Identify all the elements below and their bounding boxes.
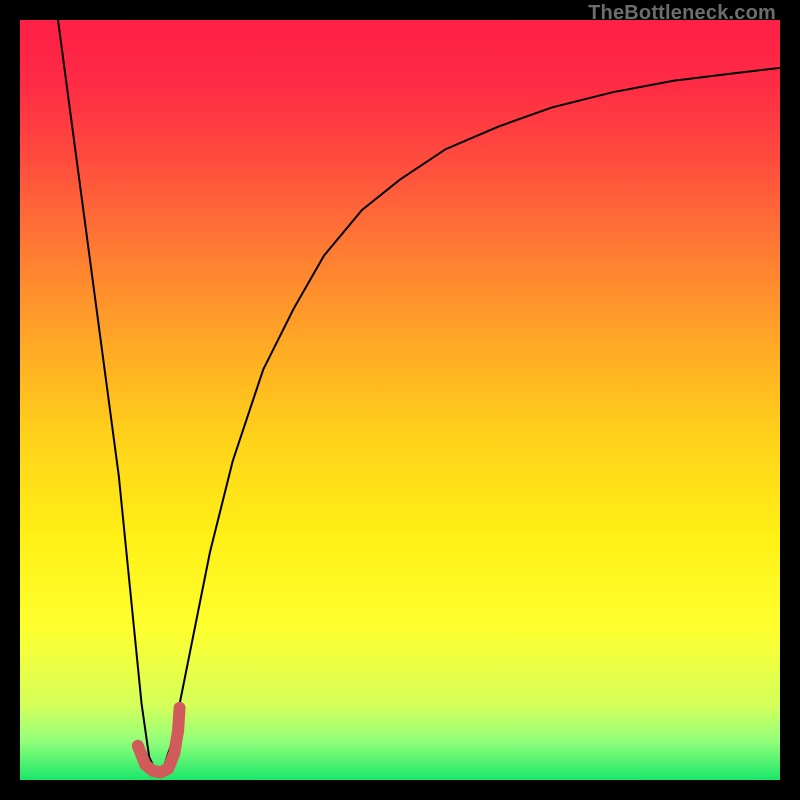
chart-svg bbox=[20, 20, 780, 780]
chart-background bbox=[20, 20, 780, 780]
chart-frame: TheBottleneck.com bbox=[0, 0, 800, 800]
